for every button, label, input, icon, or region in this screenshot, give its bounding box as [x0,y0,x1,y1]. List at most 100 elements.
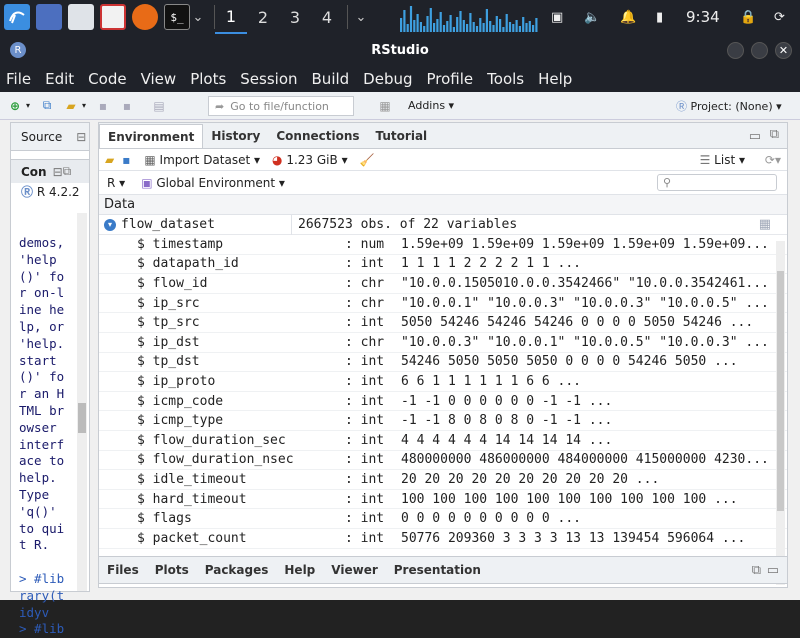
notification-bell-icon[interactable]: 🔔 [620,0,636,34]
screenshot-icon[interactable]: ▣ [551,0,563,34]
workspace-3[interactable]: 3 [279,0,311,34]
workspace-2[interactable]: 2 [247,0,279,34]
variable-row[interactable]: $ ip_proto: int 6 6 1 1 1 1 1 1 6 6 ... [99,372,787,392]
chevron-down-icon[interactable]: ▾ [80,97,88,115]
tab-tutorial[interactable]: Tutorial [368,124,436,148]
menu-edit[interactable]: Edit [45,70,74,88]
save-all-icon[interactable]: ▪ [118,97,136,115]
menu-tools[interactable]: Tools [487,70,524,88]
console-header[interactable]: Con ⊟ ⧉ [11,159,89,183]
tab-files[interactable]: Files [99,557,147,583]
tab-history[interactable]: History [203,124,268,148]
variable-row[interactable]: $ icmp_code: int -1 -1 0 0 0 0 0 0 -1 -1 … [99,392,787,412]
source-header[interactable]: Source ⊟ [11,123,89,151]
refresh-icon[interactable]: ⟳▾ [765,153,781,167]
menu-view[interactable]: View [141,70,177,88]
maximize-pane-icon[interactable]: ⧉ [770,127,779,142]
text-editor-icon[interactable] [100,4,126,30]
clock[interactable]: 9:34 [686,0,720,34]
maximize-pane-icon[interactable]: ⧉ [63,164,72,179]
environment-search-input[interactable]: ⚲ [657,174,777,191]
source-tab[interactable]: Source [21,130,62,144]
variable-row[interactable]: $ flow_id: chr "10.0.0.1505010.0.0.354246… [99,274,787,294]
variable-row[interactable]: $ tp_dst: int 54246 5050 5050 5050 0 0 0 … [99,353,787,373]
save-workspace-icon[interactable]: ▪ [122,153,130,167]
terminal-icon[interactable] [36,4,62,30]
import-dataset-button[interactable]: ▦ Import Dataset ▾ [144,153,260,167]
maximize-pane-icon[interactable]: ▭ [767,563,779,578]
menu-build[interactable]: Build [312,70,350,88]
scope-select[interactable]: ▣ Global Environment ▾ [141,176,285,190]
minimize-pane-icon[interactable]: ▭ [749,129,761,144]
variable-row[interactable]: $ flags: int 0 0 0 0 0 0 0 0 0 0 ... [99,509,787,529]
variable-row[interactable]: $ icmp_type: int -1 -1 8 0 8 0 8 0 -1 -1 … [99,411,787,431]
power-icon[interactable]: ⟳ [774,0,785,34]
addins-menu[interactable]: Addins ▾ [408,99,454,112]
variable-row[interactable]: $ flow_duration_sec: int 4 4 4 4 4 4 14 1… [99,431,787,451]
menu-code[interactable]: Code [88,70,126,88]
language-select[interactable]: R ▾ [107,176,125,190]
console-scrollbar[interactable] [77,213,87,591]
memory-usage[interactable]: ◕ 1.23 GiB ▾ [272,153,348,167]
console-line: owser [19,419,57,435]
go-to-file-input[interactable]: ➦ Go to file/function [208,96,354,116]
menu-help[interactable]: Help [538,70,572,88]
console-output[interactable]: demos,'help ()' fo r on-l ine he lp, or'help… [19,235,75,638]
variable-row[interactable]: $ idle_timeout: int 20 20 20 20 20 20 20 … [99,470,787,490]
terminal-icon-2[interactable]: $_ [164,4,190,30]
maximize-pane-icon[interactable]: ⊟ [76,130,86,144]
firefox-icon[interactable] [132,4,158,30]
variable-row[interactable]: $ packet_count: int 50776 209360 3 3 3 3 … [99,529,787,549]
tab-viewer[interactable]: Viewer [323,557,385,583]
tab-environment[interactable]: Environment [99,124,204,148]
chevron-down-icon[interactable]: ⌄ [192,4,204,30]
list-view-menu[interactable]: ☰ List ▾ [700,153,745,167]
print-icon[interactable]: ▤ [150,97,168,115]
save-icon[interactable]: ▪ [94,97,112,115]
workspace-1[interactable]: 1 [215,0,247,34]
new-project-icon[interactable]: ⧉ [38,97,56,115]
tab-presentation[interactable]: Presentation [386,557,489,583]
file-manager-icon[interactable] [68,4,94,30]
variable-row[interactable]: $ timestamp: num 1.59e+09 1.59e+09 1.59e+… [99,235,787,255]
variable-row[interactable]: $ ip_dst: chr "10.0.0.3" "10.0.0.1" "10.0… [99,333,787,353]
battery-icon[interactable]: ▮ [656,0,663,34]
grid-layout-icon[interactable]: ▦ [376,97,394,115]
minimize-pane-icon[interactable]: ⊟ [53,165,63,179]
dataset-row[interactable]: ▾ flow_dataset 2667523 obs. of 22 variab… [99,214,787,235]
variable-row[interactable]: $ ip_src: chr "10.0.0.1" "10.0.0.3" "10.0… [99,294,787,314]
variable-row[interactable]: $ hard_timeout: int 100 100 100 100 100 1… [99,490,787,510]
menu-plots[interactable]: Plots [190,70,226,88]
lock-icon[interactable]: 🔒 [740,0,756,34]
restore-pane-icon[interactable]: ⧉ [752,563,761,578]
minimize-button[interactable] [727,42,744,59]
kali-menu-icon[interactable] [4,4,30,30]
maximize-button[interactable] [751,42,768,59]
title-bar[interactable]: R RStudio ✕ [0,34,800,66]
tab-help[interactable]: Help [276,557,323,583]
variable-row[interactable]: $ flow_duration_nsec: int 480000000 48600… [99,451,787,471]
close-button[interactable]: ✕ [775,42,792,59]
menu-profile[interactable]: Profile [427,70,474,88]
environment-scrollbar[interactable] [776,241,785,585]
menu-session[interactable]: Session [240,70,297,88]
chevron-down-icon[interactable]: ⌄ [354,4,368,30]
load-workspace-icon[interactable]: ▰ [105,153,114,167]
console-tab[interactable]: Con [21,165,47,179]
broom-icon[interactable]: 🧹 [360,153,375,167]
menu-debug[interactable]: Debug [363,70,412,88]
menu-file[interactable]: File [6,70,31,88]
tab-packages[interactable]: Packages [197,557,277,583]
new-file-icon[interactable]: ⊕ [6,97,24,115]
open-file-icon[interactable]: ▰ [62,97,80,115]
expand-toggle-icon[interactable]: ▾ [104,218,116,231]
volume-icon[interactable]: 🔈 [584,0,600,34]
chevron-down-icon[interactable]: ▾ [24,97,32,115]
tab-connections[interactable]: Connections [268,124,367,148]
workspace-4[interactable]: 4 [311,0,343,34]
view-table-icon[interactable]: ▦ [759,217,771,232]
variable-row[interactable]: $ tp_src: int 5050 54246 54246 54246 0 0 … [99,313,787,333]
tab-plots[interactable]: Plots [147,557,197,583]
variable-row[interactable]: $ datapath_id: int 1 1 1 1 2 2 2 2 1 1 ..… [99,255,787,275]
project-menu[interactable]: Ⓡ Project: (None) ▾ [676,98,782,114]
